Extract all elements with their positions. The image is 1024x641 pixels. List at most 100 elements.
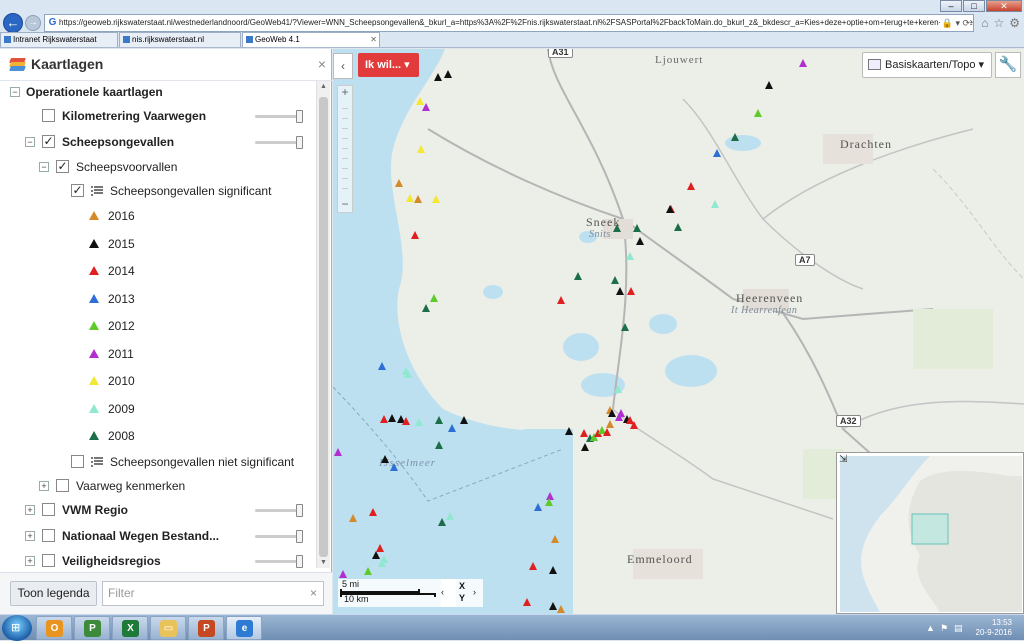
incident-marker[interactable] [606, 420, 614, 428]
slider-knob[interactable] [296, 504, 303, 517]
layer-checkbox[interactable] [42, 554, 55, 567]
incident-marker[interactable] [603, 428, 611, 436]
incident-marker[interactable] [633, 224, 641, 232]
incident-marker[interactable] [754, 109, 762, 117]
zoom-out-button[interactable]: − [338, 198, 352, 212]
incident-marker[interactable] [448, 424, 456, 432]
incident-marker[interactable] [402, 417, 410, 425]
forward-button[interactable]: → [25, 15, 41, 31]
address-bar[interactable]: G https://geoweb.rijkswaterstaat.nl/west… [44, 14, 974, 32]
map-view[interactable]: Ljouwert Drachten Sneek Snits Heerenveen… [333, 49, 1024, 614]
incident-marker[interactable] [711, 200, 719, 208]
incident-marker[interactable] [364, 567, 372, 575]
incident-marker[interactable] [435, 441, 443, 449]
incident-marker[interactable] [388, 414, 396, 422]
incident-marker[interactable] [557, 605, 565, 613]
expand-icon[interactable]: + [25, 556, 35, 566]
taskbar-outlook[interactable]: O [36, 616, 72, 640]
incident-marker[interactable] [390, 463, 398, 471]
collapse-panel-button[interactable]: ‹ [333, 53, 353, 79]
scroll-down-icon[interactable]: ▼ [320, 559, 327, 566]
opacity-slider[interactable] [255, 530, 303, 543]
layer-checkbox[interactable] [71, 455, 84, 468]
incident-marker[interactable] [395, 179, 403, 187]
collapse-icon[interactable]: − [39, 162, 49, 172]
incident-marker[interactable] [349, 514, 357, 522]
incident-marker[interactable] [611, 276, 619, 284]
incident-marker[interactable] [636, 237, 644, 245]
address-actions[interactable]: 🔒 ▾ ⟳ [939, 15, 970, 31]
incident-marker[interactable] [417, 145, 425, 153]
scroll-up-icon[interactable]: ▲ [320, 83, 327, 90]
legend-list-icon[interactable] [91, 456, 103, 468]
minimize-button[interactable]: – [940, 0, 962, 12]
incident-marker[interactable] [674, 223, 682, 231]
incident-marker[interactable] [545, 498, 553, 506]
incident-marker[interactable] [523, 598, 531, 606]
slider-knob[interactable] [296, 136, 303, 149]
home-icon[interactable]: ⌂ [981, 16, 988, 30]
tray-flag-icon[interactable]: ⚑ [940, 623, 948, 634]
slider-knob[interactable] [296, 110, 303, 123]
collapse-icon[interactable]: − [25, 137, 35, 147]
incident-marker[interactable] [549, 602, 557, 610]
incident-marker[interactable] [369, 508, 377, 516]
incident-marker[interactable] [415, 418, 423, 426]
tray-network-icon[interactable]: ▤ [954, 623, 963, 634]
incident-marker[interactable] [557, 296, 565, 304]
incident-marker[interactable] [613, 224, 621, 232]
incident-marker[interactable] [731, 133, 739, 141]
incident-marker[interactable] [380, 415, 388, 423]
incident-marker[interactable] [434, 73, 442, 81]
panel-scrollbar[interactable]: ▲ ▼ [316, 81, 330, 568]
incident-marker[interactable] [404, 370, 412, 378]
basemap-selector[interactable]: Basiskaarten/Topo ▾ [862, 52, 992, 78]
tab-close-icon[interactable]: ✕ [370, 33, 377, 47]
incident-marker[interactable] [378, 362, 386, 370]
taskbar-ie[interactable]: e [226, 616, 262, 640]
incident-marker[interactable] [414, 195, 422, 203]
layer-checkbox[interactable]: ✓ [56, 160, 69, 173]
incident-marker[interactable] [621, 323, 629, 331]
incident-marker[interactable] [565, 427, 573, 435]
incident-marker[interactable] [406, 194, 414, 202]
incident-marker[interactable] [581, 443, 589, 451]
opacity-slider[interactable] [255, 555, 303, 568]
tab-intranet[interactable]: Intranet Rijkswaterstaat [0, 32, 118, 47]
incident-marker[interactable] [422, 304, 430, 312]
maximize-button[interactable]: □ [963, 0, 985, 12]
incident-marker[interactable] [446, 512, 454, 520]
incident-marker[interactable] [435, 416, 443, 424]
window-close-button[interactable]: ✕ [986, 0, 1022, 12]
collapse-icon[interactable]: − [10, 87, 20, 97]
tab-geoweb[interactable]: GeoWeb 4.1 ✕ [242, 32, 380, 47]
close-icon[interactable]: × [318, 56, 326, 72]
zoom-in-button[interactable]: + [338, 86, 352, 100]
incident-marker[interactable] [713, 149, 721, 157]
incident-marker[interactable] [334, 448, 342, 456]
taskbar-explorer[interactable]: ▭ [150, 616, 186, 640]
incident-marker[interactable] [627, 287, 635, 295]
taskbar-project[interactable]: P [74, 616, 110, 640]
incident-marker[interactable] [411, 231, 419, 239]
overview-toggle-icon[interactable]: ⇲ [839, 454, 847, 465]
incident-marker[interactable] [432, 195, 440, 203]
layer-checkbox[interactable] [42, 109, 55, 122]
layer-checkbox[interactable] [56, 479, 69, 492]
incident-marker[interactable] [339, 570, 347, 578]
layer-checkbox[interactable] [42, 503, 55, 516]
incident-marker[interactable] [438, 518, 446, 526]
tab-nis[interactable]: nis.rijkswaterstaat.nl [119, 32, 241, 47]
favorites-icon[interactable]: ☆ [993, 16, 1004, 30]
clock[interactable]: 13:53 20-9-2016 [976, 618, 1012, 638]
incident-marker[interactable] [630, 421, 638, 429]
opacity-slider[interactable] [255, 504, 303, 517]
legend-list-icon[interactable] [91, 185, 103, 197]
expand-icon[interactable]: + [25, 531, 35, 541]
incident-marker[interactable] [616, 287, 624, 295]
slider-knob[interactable] [296, 555, 303, 568]
expand-icon[interactable]: + [25, 505, 35, 515]
zoom-slider[interactable]: + − [337, 85, 353, 213]
opacity-slider[interactable] [255, 110, 303, 123]
incident-marker[interactable] [799, 59, 807, 67]
